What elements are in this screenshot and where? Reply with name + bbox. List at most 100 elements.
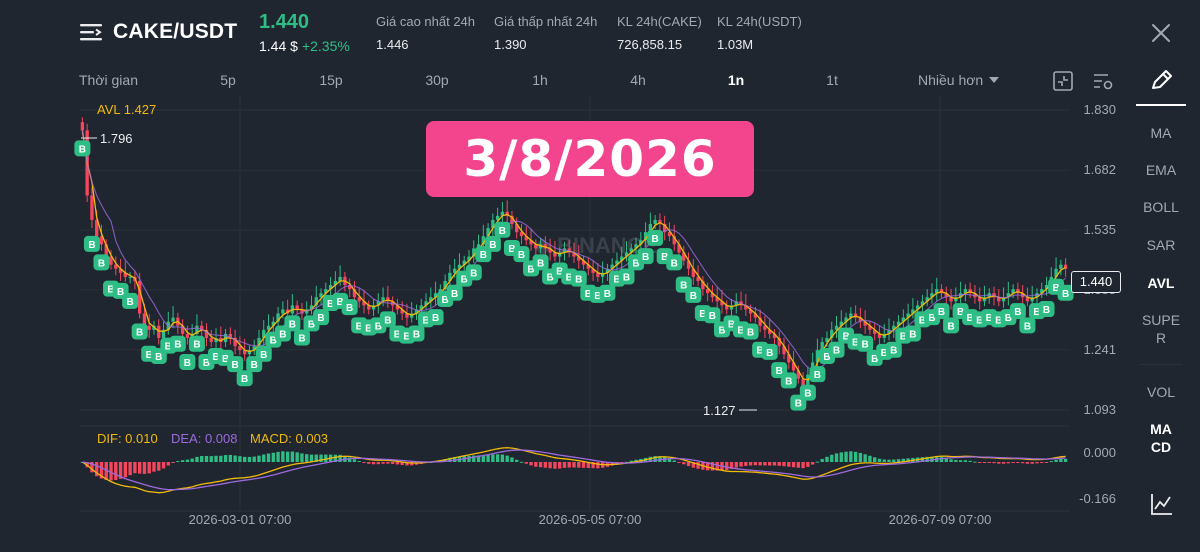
- chart-line-icon[interactable]: [1150, 492, 1174, 516]
- macd-histogram-bar: [672, 460, 676, 462]
- time-tick-label: 2026-03-01 07:00: [189, 512, 292, 527]
- usd-price-row: 1.44 $ +2.35%: [259, 38, 350, 54]
- buy-signal-letter: B: [260, 350, 267, 361]
- tab-5p[interactable]: 5p: [220, 72, 236, 88]
- indicator-super[interactable]: SUPER: [1124, 311, 1198, 347]
- buy-signal-letter: B: [413, 329, 420, 340]
- buy-signal-letter: B: [575, 275, 582, 286]
- macd-histogram-bar: [491, 454, 495, 462]
- pencil-icon[interactable]: [1148, 68, 1174, 94]
- buy-signal-letter: B: [298, 334, 305, 345]
- indicator-vol[interactable]: VOL: [1124, 383, 1198, 401]
- time-label-tab[interactable]: Thời gian: [79, 72, 138, 88]
- macd-histogram-bar: [515, 459, 519, 462]
- macd-histogram-bar: [300, 453, 304, 462]
- macd-histogram-bar: [858, 452, 863, 462]
- price-tick-label: 1.682: [1083, 162, 1116, 177]
- macd-histogram-bar: [882, 459, 886, 462]
- candle-body: [147, 325, 151, 330]
- macd-histogram-bar: [725, 462, 729, 471]
- buy-signal-letter: B: [947, 321, 954, 332]
- indicator-ma[interactable]: MA: [1124, 124, 1198, 142]
- macd-histogram-bar: [868, 455, 872, 462]
- buy-signal-letter: B: [489, 240, 496, 251]
- macd-histogram-bar: [1040, 462, 1044, 463]
- low-annotation: 1.127: [703, 403, 736, 418]
- macd-histogram-bar: [777, 462, 781, 466]
- high-annotation: 1.796: [100, 131, 133, 146]
- macd-histogram-bar: [810, 462, 815, 465]
- tab-1t[interactable]: 1t: [826, 72, 838, 88]
- macd-histogram-bar: [238, 456, 242, 462]
- price-tick-label: 1.241: [1083, 342, 1116, 357]
- macd-histogram-bar: [534, 462, 538, 467]
- macd-histogram-bar: [748, 462, 753, 466]
- buy-signal-letter: B: [136, 328, 143, 339]
- buy-signal-letter: B: [1014, 307, 1021, 318]
- tab-4h[interactable]: 4h: [630, 72, 646, 88]
- buy-signal-letter: B: [174, 340, 181, 351]
- indicator-ema[interactable]: EMA: [1124, 161, 1198, 179]
- candle-body: [80, 122, 85, 131]
- macd-histogram-bar: [319, 454, 323, 462]
- pair-name[interactable]: CAKE/USDT: [113, 20, 237, 44]
- indicator-sar[interactable]: SAR: [1124, 236, 1198, 254]
- tab-1n[interactable]: 1n: [728, 72, 744, 88]
- tab-1h[interactable]: 1h: [532, 72, 548, 88]
- macd-histogram-bar: [1035, 462, 1039, 464]
- buy-signal-letter: B: [1043, 305, 1050, 316]
- macd-histogram-bar: [1030, 462, 1034, 464]
- macd-histogram-bar: [958, 460, 963, 462]
- stat-label: KL 24h(USDT): [717, 14, 802, 29]
- macd-histogram-bar: [176, 461, 180, 463]
- macd-histogram-bar: [519, 461, 524, 463]
- macd-histogram-bar: [954, 460, 958, 462]
- close-icon[interactable]: [1150, 22, 1172, 44]
- macd-histogram-bar: [825, 456, 829, 462]
- macd-histogram-bar: [839, 452, 843, 462]
- macd-histogram-bar: [553, 462, 557, 469]
- candle-body: [185, 333, 190, 338]
- candle-body: [90, 195, 94, 220]
- buy-signal-letter: B: [652, 234, 659, 245]
- buy-signal-letter: B: [88, 240, 95, 251]
- buy-signal-letter: B: [155, 352, 162, 363]
- menu-icon[interactable]: [80, 22, 104, 42]
- more-intervals-dropdown[interactable]: Nhiều hơn: [918, 72, 1000, 88]
- macd-histogram-bar: [281, 451, 285, 462]
- macd-histogram-bar: [863, 454, 867, 462]
- indicator-boll[interactable]: BOLL: [1124, 198, 1198, 216]
- more-label: Nhiều hơn: [918, 72, 984, 88]
- buy-signal-letter: B: [785, 376, 792, 387]
- buy-signal-letter: B: [126, 297, 133, 308]
- fullscreen-exit-icon[interactable]: [1052, 70, 1074, 92]
- macd-histogram-bar: [147, 462, 151, 474]
- macd-histogram-bar: [830, 454, 834, 462]
- macd-histogram-bar: [892, 459, 896, 462]
- indicator-macd[interactable]: MACD: [1124, 420, 1198, 456]
- macd-histogram-bar: [978, 462, 982, 463]
- macd-histogram-bar: [682, 462, 686, 465]
- macd-histogram-bar: [806, 462, 810, 467]
- macd-dif-line: [82, 447, 1066, 494]
- macd-histogram-bar: [873, 457, 877, 462]
- buy-signal-letter: B: [184, 358, 191, 369]
- macd-histogram-bar: [200, 456, 204, 462]
- tab-30p[interactable]: 30p: [425, 72, 448, 88]
- macd-histogram-bar: [887, 459, 891, 462]
- buy-signal-letter: B: [1062, 289, 1069, 300]
- macd-histogram-bar: [242, 456, 247, 462]
- buy-signal-letter: B: [518, 250, 525, 261]
- buy-signal-letter: B: [480, 250, 487, 261]
- buy-signal-letter: B: [432, 313, 439, 324]
- chart-settings-icon[interactable]: [1092, 70, 1114, 92]
- buy-signal-letter: B: [642, 252, 649, 263]
- stat-label: Giá thấp nhất 24h: [494, 14, 598, 29]
- stat-value: 726,858.15: [617, 37, 683, 52]
- macd-histogram-bar: [381, 462, 385, 464]
- macd-histogram-bar: [548, 462, 552, 469]
- indicator-avl[interactable]: AVL: [1124, 274, 1198, 292]
- macd-histogram-bar: [768, 462, 772, 466]
- tab-15p[interactable]: 15p: [319, 72, 342, 88]
- last-price: 1.440: [259, 11, 310, 33]
